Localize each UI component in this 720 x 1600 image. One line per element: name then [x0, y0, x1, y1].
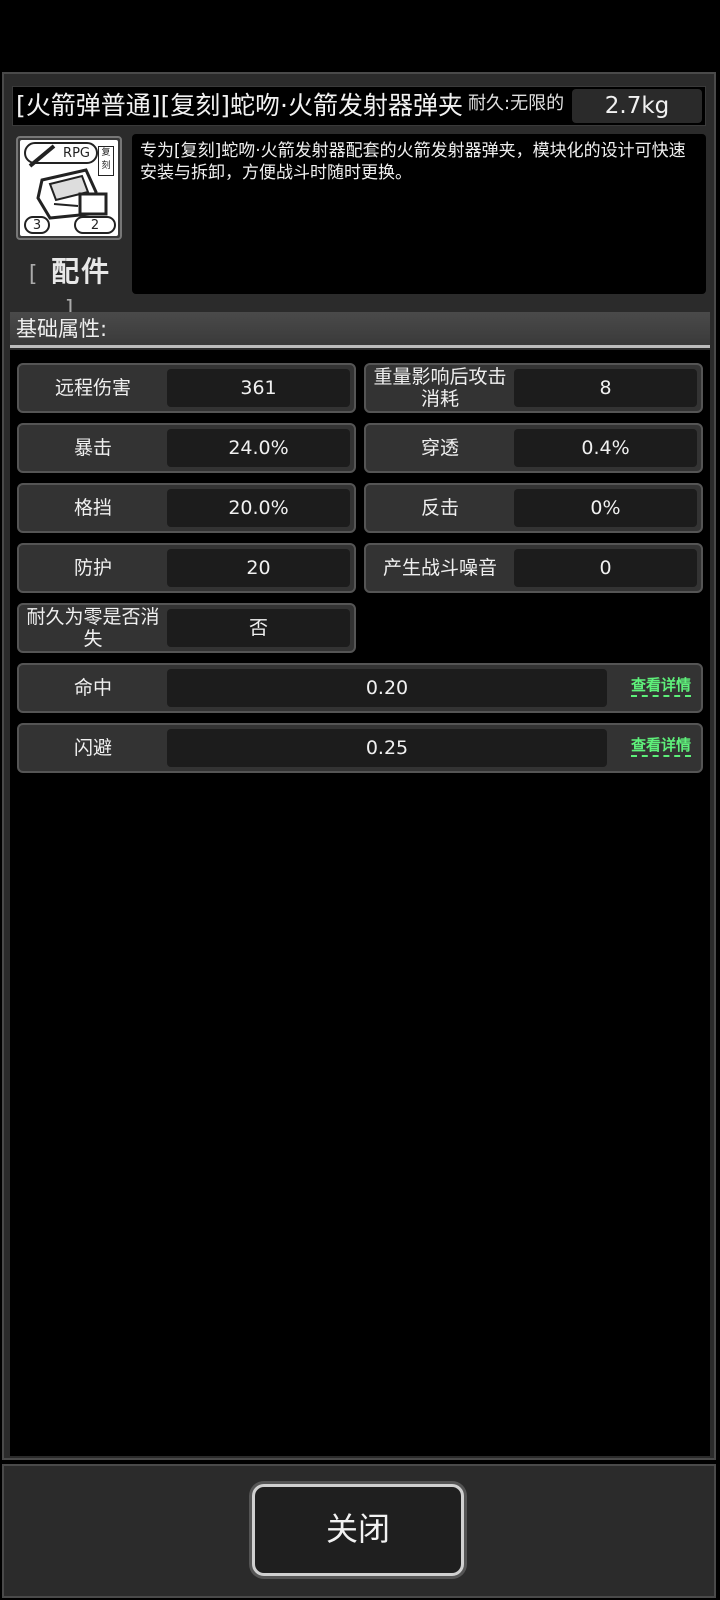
stat-label: 耐久为零是否消失 — [26, 606, 160, 650]
stat-value: 0.20 — [167, 669, 607, 707]
stat-value: 0% — [514, 489, 697, 527]
item-title: [火箭弹普通][复刻]蛇吻·火箭发射器弹夹 — [16, 91, 463, 120]
stat-value: 0.4% — [514, 429, 697, 467]
stat-value: 8 — [514, 369, 697, 407]
close-button[interactable]: 关闭 — [252, 1484, 464, 1576]
weight-value: 2.7kg — [572, 89, 702, 123]
replica-stamp: 复刻 — [98, 146, 114, 176]
stat-value: 20 — [167, 549, 350, 587]
stat-label: 穿透 — [420, 437, 459, 459]
stat-value: 24.0% — [167, 429, 350, 467]
stat-value: 20.0% — [167, 489, 350, 527]
category-bracket-open: [ — [28, 262, 40, 287]
stat-defense: 防护 20 — [17, 543, 356, 593]
stat-block: 格挡 20.0% — [17, 483, 356, 533]
stat-value: 0.25 — [167, 729, 607, 767]
stat-weight-cost: 重量影响后攻击消耗 8 — [364, 363, 703, 413]
stat-label: 格挡 — [73, 497, 112, 519]
section-header-basic-attributes: 基础属性: — [10, 312, 710, 348]
stat-label: 反击 — [420, 497, 459, 519]
stat-ranged-damage: 远程伤害 361 — [17, 363, 356, 413]
stat-value: 否 — [167, 609, 350, 647]
stat-hit: 命中 0.20 查看详情 — [17, 663, 703, 713]
stat-label: 暴击 — [73, 437, 112, 459]
stat-dodge: 闪避 0.25 查看详情 — [17, 723, 703, 773]
item-icon: RPG 复刻 3 2 — [20, 140, 118, 236]
dodge-detail-link[interactable]: 查看详情 — [630, 735, 691, 757]
stat-counter: 反击 0% — [364, 483, 703, 533]
stat-label: 远程伤害 — [54, 377, 131, 399]
stat-label: 重量影响后攻击消耗 — [373, 366, 507, 410]
hit-detail-link[interactable]: 查看详情 — [630, 675, 691, 697]
stat-value: 361 — [167, 369, 350, 407]
durability-label: 耐久:无限的 — [466, 92, 565, 116]
stat-label: 产生战斗噪音 — [382, 557, 497, 579]
item-description: 专为[复刻]蛇吻·火箭发射器配套的火箭发射器弹夹，模块化的设计可快速安装与拆卸，… — [132, 134, 706, 294]
stat-vanish: 耐久为零是否消失 否 — [17, 603, 356, 653]
stat-penetration: 穿透 0.4% — [364, 423, 703, 473]
stat-label: 命中 — [73, 677, 112, 699]
stat-value: 0 — [514, 549, 697, 587]
item-icon-card: RPG 复刻 3 2 — [16, 136, 122, 240]
level-right-badge: 2 — [74, 216, 116, 234]
level-left-badge: 3 — [24, 216, 50, 234]
category-label: 配件 — [51, 255, 112, 288]
stat-noise: 产生战斗噪音 0 — [364, 543, 703, 593]
stat-label: 防护 — [73, 557, 112, 579]
stat-crit: 暴击 24.0% — [17, 423, 356, 473]
stat-label: 闪避 — [73, 737, 112, 759]
